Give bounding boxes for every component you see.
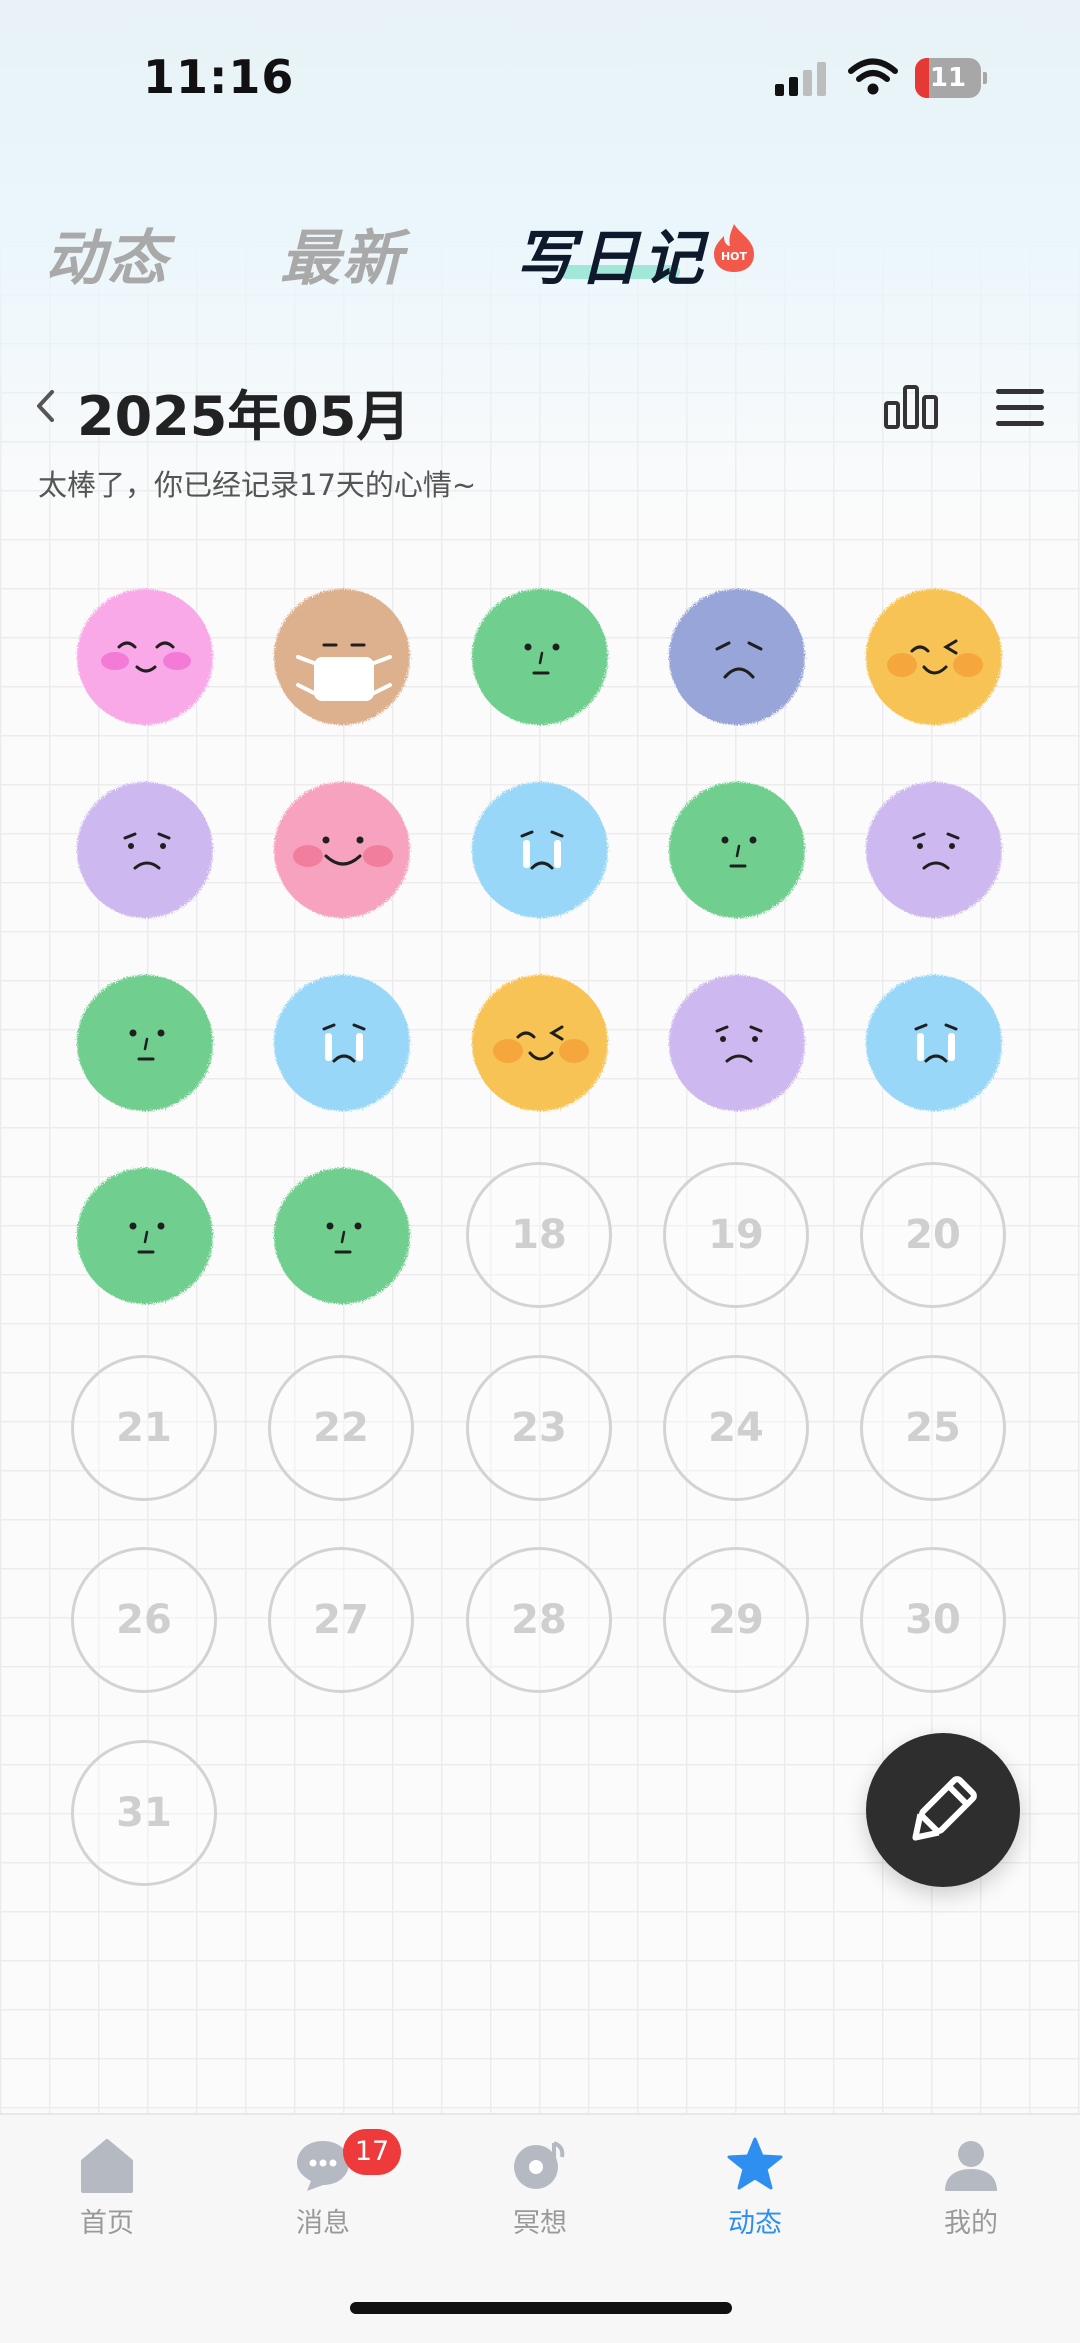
mood-day-5[interactable] bbox=[860, 583, 1008, 731]
hot-flame-icon: HOT bbox=[714, 224, 754, 272]
nav-messages-label: 消息 bbox=[296, 2208, 350, 2239]
empty-day-19[interactable]: 19 bbox=[663, 1162, 809, 1308]
empty-day-29[interactable]: 29 bbox=[663, 1547, 809, 1693]
empty-day-30[interactable]: 30 bbox=[860, 1547, 1006, 1693]
empty-day-24[interactable]: 24 bbox=[663, 1355, 809, 1501]
empty-day-31[interactable]: 31 bbox=[71, 1740, 217, 1886]
mood-day-12[interactable] bbox=[268, 969, 416, 1117]
mood-neutral-icon bbox=[77, 1168, 213, 1304]
mood-neutral-icon bbox=[274, 1168, 410, 1304]
nav-feed-label: 动态 bbox=[728, 2208, 782, 2239]
chevron-left-icon[interactable] bbox=[34, 388, 56, 424]
mood-worried-icon bbox=[77, 782, 213, 918]
mood-day-16[interactable] bbox=[71, 1162, 219, 1310]
nav-profile-label: 我的 bbox=[944, 2208, 998, 2239]
mood-day-6[interactable] bbox=[71, 776, 219, 924]
mood-day-13[interactable] bbox=[466, 969, 614, 1117]
home-icon bbox=[81, 2139, 133, 2193]
bar-chart-icon[interactable] bbox=[884, 383, 938, 429]
empty-day-22[interactable]: 22 bbox=[268, 1355, 414, 1501]
mood-day-10[interactable] bbox=[860, 776, 1008, 924]
mood-worried-icon bbox=[669, 975, 805, 1111]
mood-wink-icon bbox=[472, 975, 608, 1111]
empty-day-23[interactable]: 23 bbox=[466, 1355, 612, 1501]
mood-worried-icon bbox=[866, 782, 1002, 918]
nav-meditation[interactable]: 冥想 bbox=[460, 2135, 620, 2240]
mood-crying-icon bbox=[866, 975, 1002, 1111]
home-indicator bbox=[350, 2302, 732, 2314]
mood-day-8[interactable] bbox=[466, 776, 614, 924]
menu-icon[interactable] bbox=[996, 387, 1044, 427]
nav-profile[interactable]: 我的 bbox=[891, 2135, 1051, 2240]
message-count-badge: 17 bbox=[343, 2129, 401, 2175]
mood-day-7[interactable] bbox=[268, 776, 416, 924]
empty-day-26[interactable]: 26 bbox=[71, 1547, 217, 1693]
record-summary: 太棒了，你已经记录17天的心情~ bbox=[38, 468, 477, 502]
mood-day-17[interactable] bbox=[268, 1162, 416, 1310]
star-icon bbox=[727, 2137, 783, 2190]
empty-day-21[interactable]: 21 bbox=[71, 1355, 217, 1501]
nav-home[interactable]: 首页 bbox=[27, 2135, 187, 2240]
mood-neutral-icon bbox=[77, 975, 213, 1111]
hot-badge-label: HOT bbox=[721, 250, 748, 263]
write-diary-button[interactable] bbox=[866, 1733, 1020, 1887]
nav-feed[interactable]: 动态 bbox=[675, 2135, 835, 2240]
mood-blush-happy-icon bbox=[77, 589, 213, 725]
mood-smile-icon bbox=[274, 782, 410, 918]
empty-day-20[interactable]: 20 bbox=[860, 1162, 1006, 1308]
music-disc-icon bbox=[514, 2141, 565, 2189]
mood-day-9[interactable] bbox=[663, 776, 811, 924]
month-title[interactable]: 2025年05月 bbox=[77, 372, 410, 451]
battery-icon: 11 bbox=[915, 58, 987, 98]
battery-level: 11 bbox=[929, 63, 967, 93]
nav-home-label: 首页 bbox=[80, 2208, 134, 2239]
mood-neutral-icon bbox=[472, 589, 608, 725]
mood-day-1[interactable] bbox=[71, 583, 219, 731]
empty-day-25[interactable]: 25 bbox=[860, 1355, 1006, 1501]
mood-day-11[interactable] bbox=[71, 969, 219, 1117]
empty-day-18[interactable]: 18 bbox=[466, 1162, 612, 1308]
mood-day-4[interactable] bbox=[663, 583, 811, 731]
mood-wink-icon bbox=[866, 589, 1002, 725]
mood-day-14[interactable] bbox=[663, 969, 811, 1117]
pencil-icon bbox=[912, 1776, 977, 1841]
mood-masked-icon bbox=[274, 589, 410, 725]
profile-icon bbox=[945, 2141, 997, 2191]
nav-meditation-label: 冥想 bbox=[513, 2208, 567, 2239]
cellular-signal-icon bbox=[775, 62, 826, 96]
mood-neutral-icon bbox=[669, 782, 805, 918]
tab-dongtai[interactable]: 动态 bbox=[45, 210, 169, 297]
tab-write-diary[interactable]: 写日记 bbox=[515, 210, 707, 297]
mood-sad-icon bbox=[669, 589, 805, 725]
mood-crying-icon bbox=[472, 782, 608, 918]
mood-day-3[interactable] bbox=[466, 583, 614, 731]
tab-zuixin[interactable]: 最新 bbox=[280, 210, 404, 297]
mood-day-15[interactable] bbox=[860, 969, 1008, 1117]
status-time: 11:16 bbox=[143, 50, 295, 104]
mood-day-2[interactable] bbox=[268, 583, 416, 731]
mood-crying-icon bbox=[274, 975, 410, 1111]
nav-messages[interactable]: 17 消息 bbox=[243, 2129, 403, 2240]
empty-day-27[interactable]: 27 bbox=[268, 1547, 414, 1693]
wifi-icon bbox=[848, 58, 898, 95]
empty-day-28[interactable]: 28 bbox=[466, 1547, 612, 1693]
